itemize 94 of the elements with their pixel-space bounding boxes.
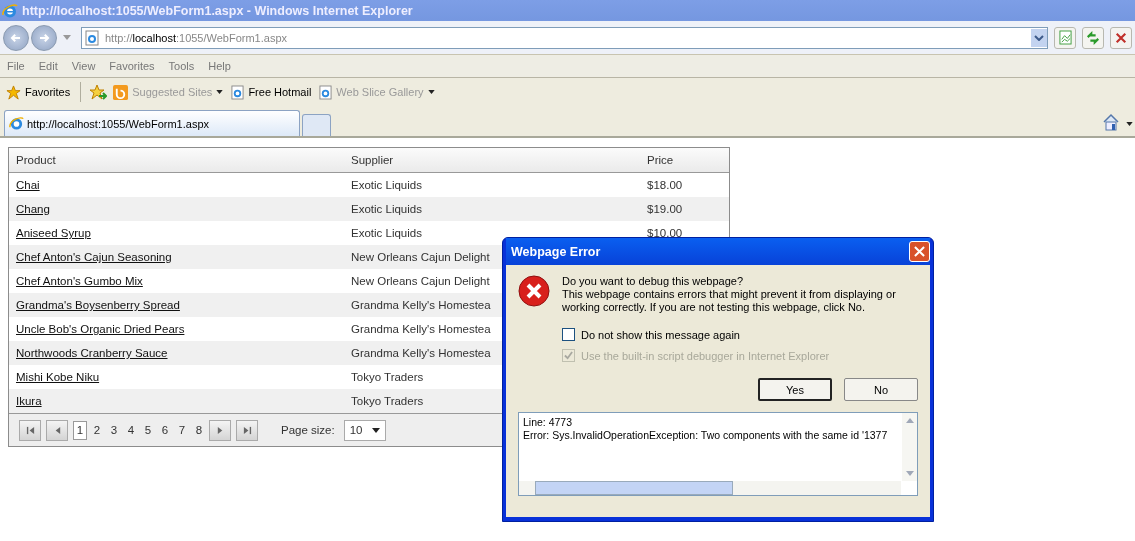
product-link[interactable]: Grandma's Boysenberry Spread [16, 299, 180, 311]
previous-page-button[interactable] [46, 419, 68, 441]
menu-item[interactable]: View [71, 60, 96, 72]
table-cell: New Orleans Cajun Delight [351, 251, 490, 263]
add-to-favorites-icon[interactable] [89, 84, 108, 100]
vertical-scrollbar[interactable] [902, 413, 917, 481]
dropdown-caret-icon [371, 427, 380, 433]
error-detail-line: Line: 4773 [523, 416, 574, 429]
last-page-icon [242, 425, 252, 435]
dialog-button[interactable]: Yes [758, 378, 832, 401]
menu-item[interactable]: Edit [38, 60, 58, 72]
dialog-title: Webpage Error [511, 244, 601, 259]
table-cell: Exotic Liquids [351, 203, 422, 215]
next-page-button[interactable] [209, 419, 231, 441]
letter-tile-icon [113, 84, 129, 100]
address-dropdown-button[interactable] [1031, 28, 1047, 47]
page-number[interactable]: 1 [73, 420, 87, 440]
table-cell: $18.00 [647, 179, 683, 191]
close-button[interactable] [909, 241, 930, 262]
page-number[interactable]: 5 [141, 420, 155, 440]
product-link[interactable]: Uncle Bob's Organic Dried Pears [16, 323, 185, 335]
favorites-bar-item[interactable]: Free Hotmail [229, 84, 314, 100]
menu-item[interactable]: Help [208, 60, 231, 72]
page-number[interactable]: 3 [107, 420, 121, 440]
first-page-button[interactable] [19, 419, 41, 441]
dialog-question: Do you want to debug this webpage? [562, 275, 745, 288]
browser-icon [9, 116, 24, 131]
address-field[interactable]: http://localhost:1055/WebForm1.aspx [81, 26, 1048, 49]
table-cell: Grandma Kelly's Homestea [351, 347, 491, 359]
table-cell: Exotic Liquids [351, 227, 422, 239]
product-link[interactable]: Northwoods Cranberry Sauce [16, 347, 168, 359]
page-size-dropdown[interactable]: 10 [343, 419, 386, 441]
browser-tab[interactable]: http://localhost:1055/WebForm1.aspx [4, 110, 300, 136]
table-cell: Exotic Liquids [351, 179, 422, 191]
checkbox-option[interactable]: Do not show this message again [562, 328, 918, 341]
table-cell: New Orleans Cajun Delight [351, 275, 490, 287]
forward-button[interactable] [31, 24, 57, 51]
page-icon [319, 84, 333, 100]
refresh-icon [1086, 30, 1100, 45]
table-cell: Grandma Kelly's Homestea [351, 323, 491, 335]
horizontal-scrollbar[interactable] [519, 481, 901, 495]
page-number[interactable]: 6 [158, 420, 172, 440]
menu-item[interactable]: Tools [168, 60, 195, 72]
product-link[interactable]: Mishi Kobe Niku [16, 371, 100, 383]
scroll-up-icon[interactable] [905, 418, 914, 423]
product-link[interactable]: Chai [16, 179, 40, 191]
browser-icon [2, 2, 18, 19]
back-button[interactable] [3, 24, 29, 51]
page-number[interactable]: 7 [175, 420, 189, 440]
column-header: Supplier [350, 154, 395, 166]
error-icon [518, 275, 550, 307]
table-cell: Tokyo Traders [351, 395, 424, 407]
new-tab-button[interactable] [302, 114, 331, 136]
refresh-button[interactable] [1082, 26, 1104, 49]
table-cell: $19.00 [647, 203, 683, 215]
broken-page-icon [1058, 30, 1072, 45]
page-icon [231, 84, 245, 100]
home-icon[interactable] [1102, 113, 1120, 131]
scroll-down-icon[interactable] [905, 471, 914, 476]
table-cell: $10.00 [647, 227, 683, 239]
favorites-bar-item[interactable]: Favorites [4, 84, 73, 100]
page-number[interactable]: 4 [124, 420, 138, 440]
dropdown-caret-icon [427, 90, 435, 94]
next-icon [215, 425, 225, 435]
page-number[interactable]: 2 [90, 420, 104, 440]
dropdown-caret-icon[interactable] [1126, 122, 1133, 126]
product-link[interactable]: Chang [16, 203, 50, 215]
page-number[interactable]: 8 [192, 420, 206, 440]
window-title: http://localhost:1055/WebForm1.aspx - Windows Internet Explorer [22, 3, 413, 18]
product-link[interactable]: Chef Anton's Gumbo Mix [16, 275, 143, 287]
error-detail-line: Error: Sys.InvalidOperationException: Two components with the same id '1377 [523, 429, 889, 442]
column-header: Price [646, 154, 675, 166]
compatibility-view-button[interactable] [1054, 26, 1076, 49]
product-link[interactable]: Ikura [16, 395, 42, 407]
dialog-button[interactable]: No [844, 378, 918, 401]
dropdown-caret-icon [216, 90, 224, 94]
star-icon [6, 84, 21, 100]
product-link[interactable]: Chef Anton's Cajun Seasoning [16, 251, 172, 263]
dialog-message: This webpage contains errors that might prevent it from displaying or working correctly. If you are not testing this webpage, click No. [562, 288, 897, 314]
last-page-button[interactable] [236, 419, 258, 441]
table-cell: Tokyo Traders [351, 371, 424, 383]
checkmark-icon [564, 351, 573, 360]
first-page-icon [25, 425, 35, 435]
stop-button[interactable] [1110, 26, 1132, 49]
column-header: Product [15, 154, 57, 166]
page-icon [85, 29, 99, 46]
menu-item[interactable]: Favorites [109, 60, 155, 72]
menu-item[interactable]: File [7, 60, 25, 72]
chevron-down-icon [1034, 34, 1044, 41]
product-link[interactable]: Aniseed Syrup [16, 227, 91, 239]
close-icon [1115, 31, 1127, 44]
page-size-label: Page size: [281, 424, 335, 436]
close-icon [914, 246, 925, 257]
table-cell: Grandma Kelly's Homestea [351, 299, 491, 311]
